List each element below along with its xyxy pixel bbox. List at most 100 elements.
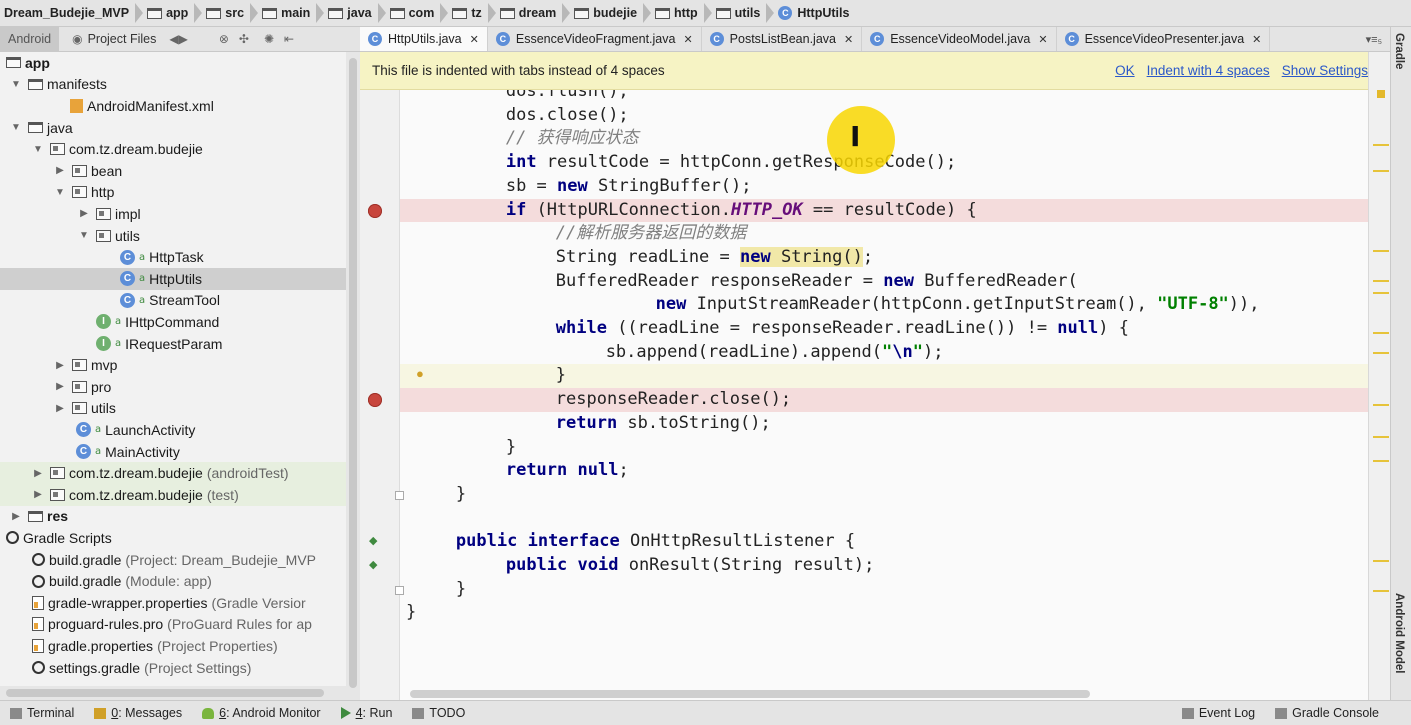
tree-item[interactable]: ▶ com.tz.dream.budejie (test)	[0, 484, 346, 506]
code-line[interactable]: int resultCode = httpConn.getResponseCod…	[400, 151, 1390, 175]
close-tab-icon[interactable]: ✕	[844, 33, 853, 46]
collapse-arrow-icon[interactable]: ▶	[54, 360, 66, 371]
error-stripe[interactable]	[1368, 52, 1390, 700]
warning-marker[interactable]	[1373, 332, 1389, 334]
tree-item[interactable]: build.gradle (Project: Dream_Budejie_MVP	[0, 549, 346, 571]
tree-vscroll-thumb[interactable]	[349, 58, 357, 688]
scope-toggle-icon[interactable]: ◀▶	[169, 32, 187, 46]
tree-item[interactable]: ▶ mvp	[0, 354, 346, 376]
editor-tab[interactable]: C PostsListBean.java ✕	[702, 27, 863, 51]
breadcrumb-item[interactable]: src	[202, 3, 259, 23]
warning-marker[interactable]	[1373, 590, 1389, 592]
warning-marker[interactable]	[1373, 292, 1389, 294]
code-line[interactable]: }	[400, 483, 1390, 507]
close-tab-icon[interactable]: ✕	[470, 33, 479, 46]
code-line[interactable]: dos.flush();	[400, 90, 1390, 104]
expand-arrow-icon[interactable]: ▼	[54, 187, 66, 198]
code-line[interactable]	[400, 507, 1390, 531]
warning-marker[interactable]	[1373, 460, 1389, 462]
tree-item[interactable]: proguard-rules.pro (ProGuard Rules for ap	[0, 614, 346, 636]
file-status-marker[interactable]	[1377, 90, 1385, 98]
breadcrumb-item[interactable]: app	[143, 3, 203, 23]
todo-tool-button[interactable]: TODO	[402, 706, 475, 720]
tree-item[interactable]: Gradle Scripts	[0, 527, 346, 549]
tree-item[interactable]: ▼ com.tz.dream.budejie	[0, 138, 346, 160]
fold-icon[interactable]	[395, 490, 404, 500]
code-line[interactable]: new InputStreamReader(httpConn.getInputS…	[400, 293, 1390, 317]
tree-item[interactable]: Ca LaunchActivity	[0, 419, 346, 441]
code-line[interactable]: return sb.toString();	[400, 412, 1390, 436]
tree-item[interactable]: ▶ utils	[0, 398, 346, 420]
collapse-icon[interactable]: ✣	[239, 32, 249, 46]
code-line[interactable]: //解析服务器返回的数据	[400, 222, 1390, 246]
breakpoint-icon[interactable]	[368, 393, 382, 408]
tree-item[interactable]: ▶ res	[0, 506, 346, 528]
warning-marker[interactable]	[1373, 280, 1389, 282]
tree-item[interactable]: ▼ java	[0, 117, 346, 139]
terminal-tool-button[interactable]: Terminal	[0, 706, 84, 720]
code-line[interactable]: }	[400, 436, 1390, 460]
warning-marker[interactable]	[1373, 170, 1389, 172]
tree-hscroll-thumb[interactable]	[6, 689, 324, 697]
fold-icon[interactable]	[395, 585, 404, 595]
tree-item[interactable]: settings.gradle (Project Settings)	[0, 657, 346, 679]
code-line[interactable]: sb = new StringBuffer();	[400, 175, 1390, 199]
breadcrumb-item[interactable]: http	[651, 3, 712, 23]
breadcrumb-item[interactable]: budejie	[570, 3, 652, 23]
collapse-arrow-icon[interactable]: ▶	[54, 403, 66, 414]
tree-item[interactable]: AndroidManifest.xml	[0, 95, 346, 117]
code-line[interactable]: sb.append(readLine).append("\n");	[400, 341, 1390, 365]
lightbulb-icon[interactable]: ●	[416, 366, 424, 381]
android-view-tab[interactable]: Android	[0, 26, 60, 52]
code-line[interactable]: public void onResult(String result);	[400, 554, 1390, 578]
messages-tool-button[interactable]: 0: Messages	[84, 706, 192, 720]
code-line[interactable]: return null;	[400, 459, 1390, 483]
breadcrumb-item[interactable]: java	[324, 3, 386, 23]
tree-item[interactable]: Ca MainActivity	[0, 441, 346, 463]
project-files-tab[interactable]: ◉ Project Files	[59, 27, 164, 52]
expand-arrow-icon[interactable]: ▼	[10, 122, 22, 133]
code-line[interactable]: responseReader.close();	[400, 388, 1390, 412]
android-model-tool-tab[interactable]: Android Model	[1393, 593, 1405, 674]
tree-item[interactable]: ▶ bean	[0, 160, 346, 182]
warning-marker[interactable]	[1373, 436, 1389, 438]
code-line[interactable]: }	[400, 601, 1390, 625]
gear-icon[interactable]: ✺	[264, 32, 274, 46]
breadcrumb-item[interactable]: com	[386, 3, 449, 23]
code-line[interactable]: }	[400, 364, 1390, 389]
show-settings-link[interactable]: Show Settings	[1282, 63, 1368, 78]
implementation-marker-icon[interactable]: ◆	[369, 534, 377, 547]
collapse-arrow-icon[interactable]: ▶	[32, 489, 44, 500]
collapse-arrow-icon[interactable]: ▶	[78, 208, 90, 219]
breadcrumb-item[interactable]: tz	[448, 3, 496, 23]
run-tool-button[interactable]: 4: Run	[331, 706, 403, 720]
hide-panel-icon[interactable]: ⇤	[284, 32, 294, 46]
code-line[interactable]: }	[400, 578, 1390, 602]
sync-icon[interactable]: ⊗	[219, 32, 229, 46]
code-line[interactable]: if (HttpURLConnection.HTTP_OK == resultC…	[400, 198, 1390, 223]
event-log-button[interactable]: Event Log	[1172, 706, 1265, 720]
tree-item[interactable]: Ca HttpTask	[0, 246, 346, 268]
code-line[interactable]: BufferedReader responseReader = new Buff…	[400, 270, 1390, 294]
editor-tab[interactable]: C EssenceVideoModel.java ✕	[862, 27, 1057, 51]
breadcrumb-item[interactable]: C HttpUtils	[774, 6, 849, 20]
tree-item[interactable]: ▼ utils	[0, 225, 346, 247]
tree-item[interactable]: Ia IHttpCommand	[0, 311, 346, 333]
editor-horizontal-scrollbar[interactable]	[410, 690, 1090, 698]
warning-marker[interactable]	[1373, 250, 1389, 252]
warning-marker[interactable]	[1373, 352, 1389, 354]
code-line[interactable]: // 获得响应状态	[400, 127, 1390, 151]
android-monitor-tool-button[interactable]: 6: Android Monitor	[192, 706, 330, 720]
collapse-arrow-icon[interactable]: ▶	[32, 468, 44, 479]
tabs-overflow-menu[interactable]: ▾≡₅	[1358, 27, 1390, 51]
close-tab-icon[interactable]: ✕	[683, 33, 692, 46]
collapse-arrow-icon[interactable]: ▶	[54, 165, 66, 176]
gradle-console-button[interactable]: Gradle Console	[1265, 706, 1411, 720]
warning-marker[interactable]	[1373, 144, 1389, 146]
code-line[interactable]: while ((readLine = responseReader.readLi…	[400, 317, 1390, 341]
tree-item[interactable]: Ca HttpUtils	[0, 268, 346, 290]
implementation-marker-icon[interactable]: ◆	[369, 558, 377, 571]
tree-item[interactable]: build.gradle (Module: app)	[0, 570, 346, 592]
indent-with-spaces-link[interactable]: Indent with 4 spaces	[1147, 63, 1270, 78]
expand-arrow-icon[interactable]: ▼	[78, 230, 90, 241]
